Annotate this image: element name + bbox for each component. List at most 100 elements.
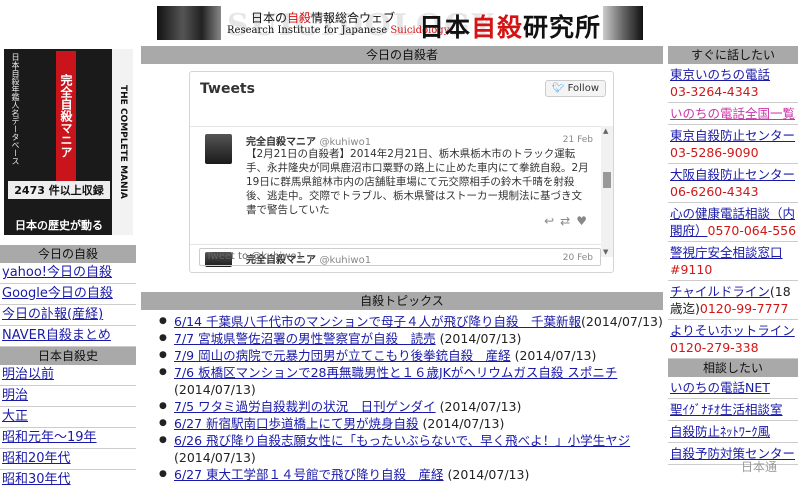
tweet-date[interactable]: 21 Feb: [563, 135, 593, 145]
book-spine-text: THE COMPLETE MANIA: [112, 49, 133, 235]
section-header-history: 日本自殺史: [0, 347, 136, 365]
scroll-thumb[interactable]: [603, 172, 611, 188]
topic-date: (2014/07/13): [174, 450, 256, 465]
topic-link[interactable]: 6/14 千葉県八千代市のマンションで母子４人が飛び降り自殺 千葉新報: [174, 314, 581, 329]
section-header-topics: 自殺トピックス: [141, 292, 663, 310]
tweet-item[interactable]: 完全自殺マニア @kuhiwo1 21 Feb 【2月21日の自殺者】2014年…: [190, 126, 603, 244]
link-showa-20s[interactable]: 昭和20年代: [0, 449, 136, 470]
tweet-author[interactable]: 完全自殺マニア @kuhiwo1: [246, 133, 371, 148]
banner-tagline: 日本の自殺情報総合ウェブ: [251, 11, 396, 25]
link-meiji[interactable]: 明治: [0, 386, 136, 407]
widget-title: Tweets: [200, 81, 255, 97]
favorite-icon[interactable]: ♥: [576, 214, 593, 228]
topic-date: (2014/07/13): [439, 399, 522, 414]
topic-date: (2014/07/13): [581, 314, 663, 329]
section-header-consult: 相談したい: [668, 359, 798, 377]
list-item: 6/27 東大工学部１４号館で飛び降り自殺 産経 (2014/07/13): [141, 466, 663, 483]
book-title: 完全自殺マニア: [56, 51, 76, 181]
topic-link[interactable]: 7/7 宮城県警佐沼署の男性警察官が自殺 読売: [174, 331, 436, 346]
watermark-logo: 日本通: [741, 460, 778, 474]
link-sankei-obituary[interactable]: 今日の訃報(産経): [0, 305, 136, 326]
link-naver-matome[interactable]: NAVER自殺まとめ: [0, 326, 136, 347]
banner-english-name: Research Institute for Japanese Suicidol…: [227, 25, 450, 36]
topic-date: (2014/07/13): [439, 331, 522, 346]
link-showa-1-19[interactable]: 昭和元年～19年: [0, 428, 136, 449]
hotline-link[interactable]: 東京いのちの電話: [670, 67, 770, 82]
hotline-list: 東京いのちの電話 03-3264-4343 いのちの電話全国一覧 東京自殺防止セン…: [668, 64, 798, 359]
hotline-item: 東京自殺防止センター 03-5286-9090: [668, 125, 798, 164]
topics-list: 6/14 千葉県八千代市のマンションで母子４人が飛び降り自殺 千葉新報(2014…: [141, 313, 663, 483]
hotline-phone: 03-3264-4343: [670, 84, 759, 99]
scroll-down-icon[interactable]: ▼: [603, 248, 608, 256]
link-showa-30s[interactable]: 昭和30年代: [0, 470, 136, 485]
widget-scrollbar[interactable]: ▲ ▼: [601, 126, 613, 257]
hotline-item: いのちの電話全国一覧: [668, 103, 798, 125]
topic-link[interactable]: 7/6 板橋区マンションで28再無職男性と１６歳JKがヘリウムガス自殺 スポニチ: [174, 365, 617, 380]
avatar[interactable]: [205, 134, 232, 164]
consult-link[interactable]: 自殺防止ﾈｯﾄﾜｰｸ風: [670, 424, 770, 439]
hotline-link[interactable]: 東京自殺防止センター: [670, 128, 795, 143]
banner-photo-left: [157, 6, 221, 40]
hotline-item: 警視庁安全相談窓口 #9110: [668, 242, 798, 281]
list-item: 7/7 宮城県警佐沼署の男性警察官が自殺 読売 (2014/07/13): [141, 330, 663, 347]
topic-date: (2014/07/13): [422, 416, 505, 431]
topic-link[interactable]: 7/9 岡山の病院で元暴力団男が立てこもり後拳銃自殺 産経: [174, 348, 511, 363]
main-column: 今日の自殺者 Tweets 🐦︎ Follow 完全自殺マニア @kuhiwo1 …: [141, 46, 663, 483]
follow-button[interactable]: 🐦︎ Follow: [544, 80, 606, 97]
today-links-list: yahoo!今日の自殺 Google今日の自殺 今日の訃報(産経) NAVER自…: [0, 263, 136, 347]
section-header-today-suicides: 今日の自殺者: [141, 46, 663, 64]
book-cover-image[interactable]: 日本自殺年鑑人名データベース 完全自殺マニア THE COMPLETE MANI…: [4, 49, 133, 235]
hotline-phone: 0120-279-338: [670, 340, 759, 355]
hotline-item: 大阪自殺防止センター 06-6260-4343: [668, 164, 798, 203]
tweet-reply-input[interactable]: Tweet to @kuhiwo1: [199, 248, 601, 266]
hotline-phone: 0120-99-7777: [699, 301, 789, 316]
hotline-link[interactable]: チャイルドライン: [670, 284, 770, 299]
topic-date: (2014/07/13): [447, 467, 530, 482]
retweet-icon[interactable]: ⇄: [560, 214, 576, 228]
twitter-bird-icon: 🐦︎: [551, 83, 565, 94]
list-item: 6/26 飛び降り自殺志願女性に「もったいぶらないで、早く飛べよ！」小学生ヤジ (…: [141, 432, 663, 466]
topic-date: (2014/07/13): [174, 382, 256, 397]
consult-link[interactable]: いのちの電話NET: [670, 380, 770, 395]
consult-link[interactable]: 聖ｲｸﾞﾅﾁｵ生活相談室: [670, 402, 783, 417]
list-item: 7/9 岡山の病院で元暴力団男が立てこもり後拳銃自殺 産経 (2014/07/1…: [141, 347, 663, 364]
twitter-timeline-widget[interactable]: Tweets 🐦︎ Follow 完全自殺マニア @kuhiwo1 21 Feb …: [189, 71, 614, 273]
hotline-phone: 06-6260-4343: [670, 184, 759, 199]
consult-item: いのちの電話NET: [668, 377, 798, 399]
hotline-item: よりそいホットライン 0120-279-338: [668, 320, 798, 359]
topic-date: (2014/07/13): [514, 348, 597, 363]
topic-link[interactable]: 6/27 東大工学部１４号館で飛び降り自殺 産経: [174, 467, 444, 482]
section-header-today: 今日の自殺: [0, 245, 136, 263]
book-side-text: 日本自殺年鑑人名データベース: [11, 53, 20, 165]
book-bottom-text: 日本の歴史が動る: [15, 219, 103, 232]
consult-item: 聖ｲｸﾞﾅﾁｵ生活相談室: [668, 399, 798, 421]
list-item: 7/6 板橋区マンションで28再無職男性と１６歳JKがヘリウムガス自殺 スポニチ…: [141, 364, 663, 398]
hotline-phone: #9110: [670, 262, 713, 277]
site-banner[interactable]: SUICIDOLOGY 日本の自殺情報総合ウェブ Research Instit…: [157, 6, 643, 40]
hotline-phone: 03-5286-9090: [670, 145, 759, 160]
topic-link[interactable]: 6/27 新宿駅南口歩道橋上にて男が焼身自殺: [174, 416, 419, 431]
list-item: 7/5 ワタミ過労自殺裁判の状況 日刊ゲンダイ (2014/07/13): [141, 398, 663, 415]
link-pre-meiji[interactable]: 明治以前: [0, 365, 136, 386]
tweet-text: 【2月21日の自殺者】2014年2月21日、栃木県栃木市のトラック運転手、永井隆…: [246, 148, 589, 216]
link-taisho[interactable]: 大正: [0, 407, 136, 428]
topic-link[interactable]: 7/5 ワタミ過労自殺裁判の状況 日刊ゲンダイ: [174, 399, 436, 414]
consult-list: いのちの電話NET 聖ｲｸﾞﾅﾁｵ生活相談室 自殺防止ﾈｯﾄﾜｰｸ風 自殺予防対…: [668, 377, 798, 465]
list-item: 6/14 千葉県八千代市のマンションで母子４人が飛び降り自殺 千葉新報(2014…: [141, 313, 663, 330]
topic-link[interactable]: 6/26 飛び降り自殺志願女性に「もったいぶらないで、早く飛べよ！」小学生ヤジ: [174, 433, 630, 448]
list-item: 6/27 新宿駅南口歩道橋上にて男が焼身自殺 (2014/07/13): [141, 415, 663, 432]
hotline-link[interactable]: 大阪自殺防止センター: [670, 167, 795, 182]
reply-icon[interactable]: ↩: [544, 214, 560, 228]
scroll-up-icon[interactable]: ▲: [603, 127, 608, 135]
banner-site-title: 日本自殺研究所: [419, 13, 602, 40]
hotline-phone: 0570-064-556: [707, 223, 797, 238]
hotline-link[interactable]: 警視庁安全相談窓口: [670, 245, 783, 260]
link-yahoo-today[interactable]: yahoo!今日の自殺: [0, 263, 136, 284]
tweet-actions: ↩⇄♥: [544, 214, 593, 228]
hotline-link[interactable]: いのちの電話全国一覧: [670, 106, 795, 121]
hotline-link[interactable]: よりそいホットライン: [670, 323, 795, 338]
section-header-talk-now: すぐに話したい: [668, 46, 798, 64]
consult-item: 自殺防止ﾈｯﾄﾜｰｸ風: [668, 421, 798, 443]
link-google-today[interactable]: Google今日の自殺: [0, 284, 136, 305]
consult-item: 自殺予防対策センター: [668, 443, 798, 465]
